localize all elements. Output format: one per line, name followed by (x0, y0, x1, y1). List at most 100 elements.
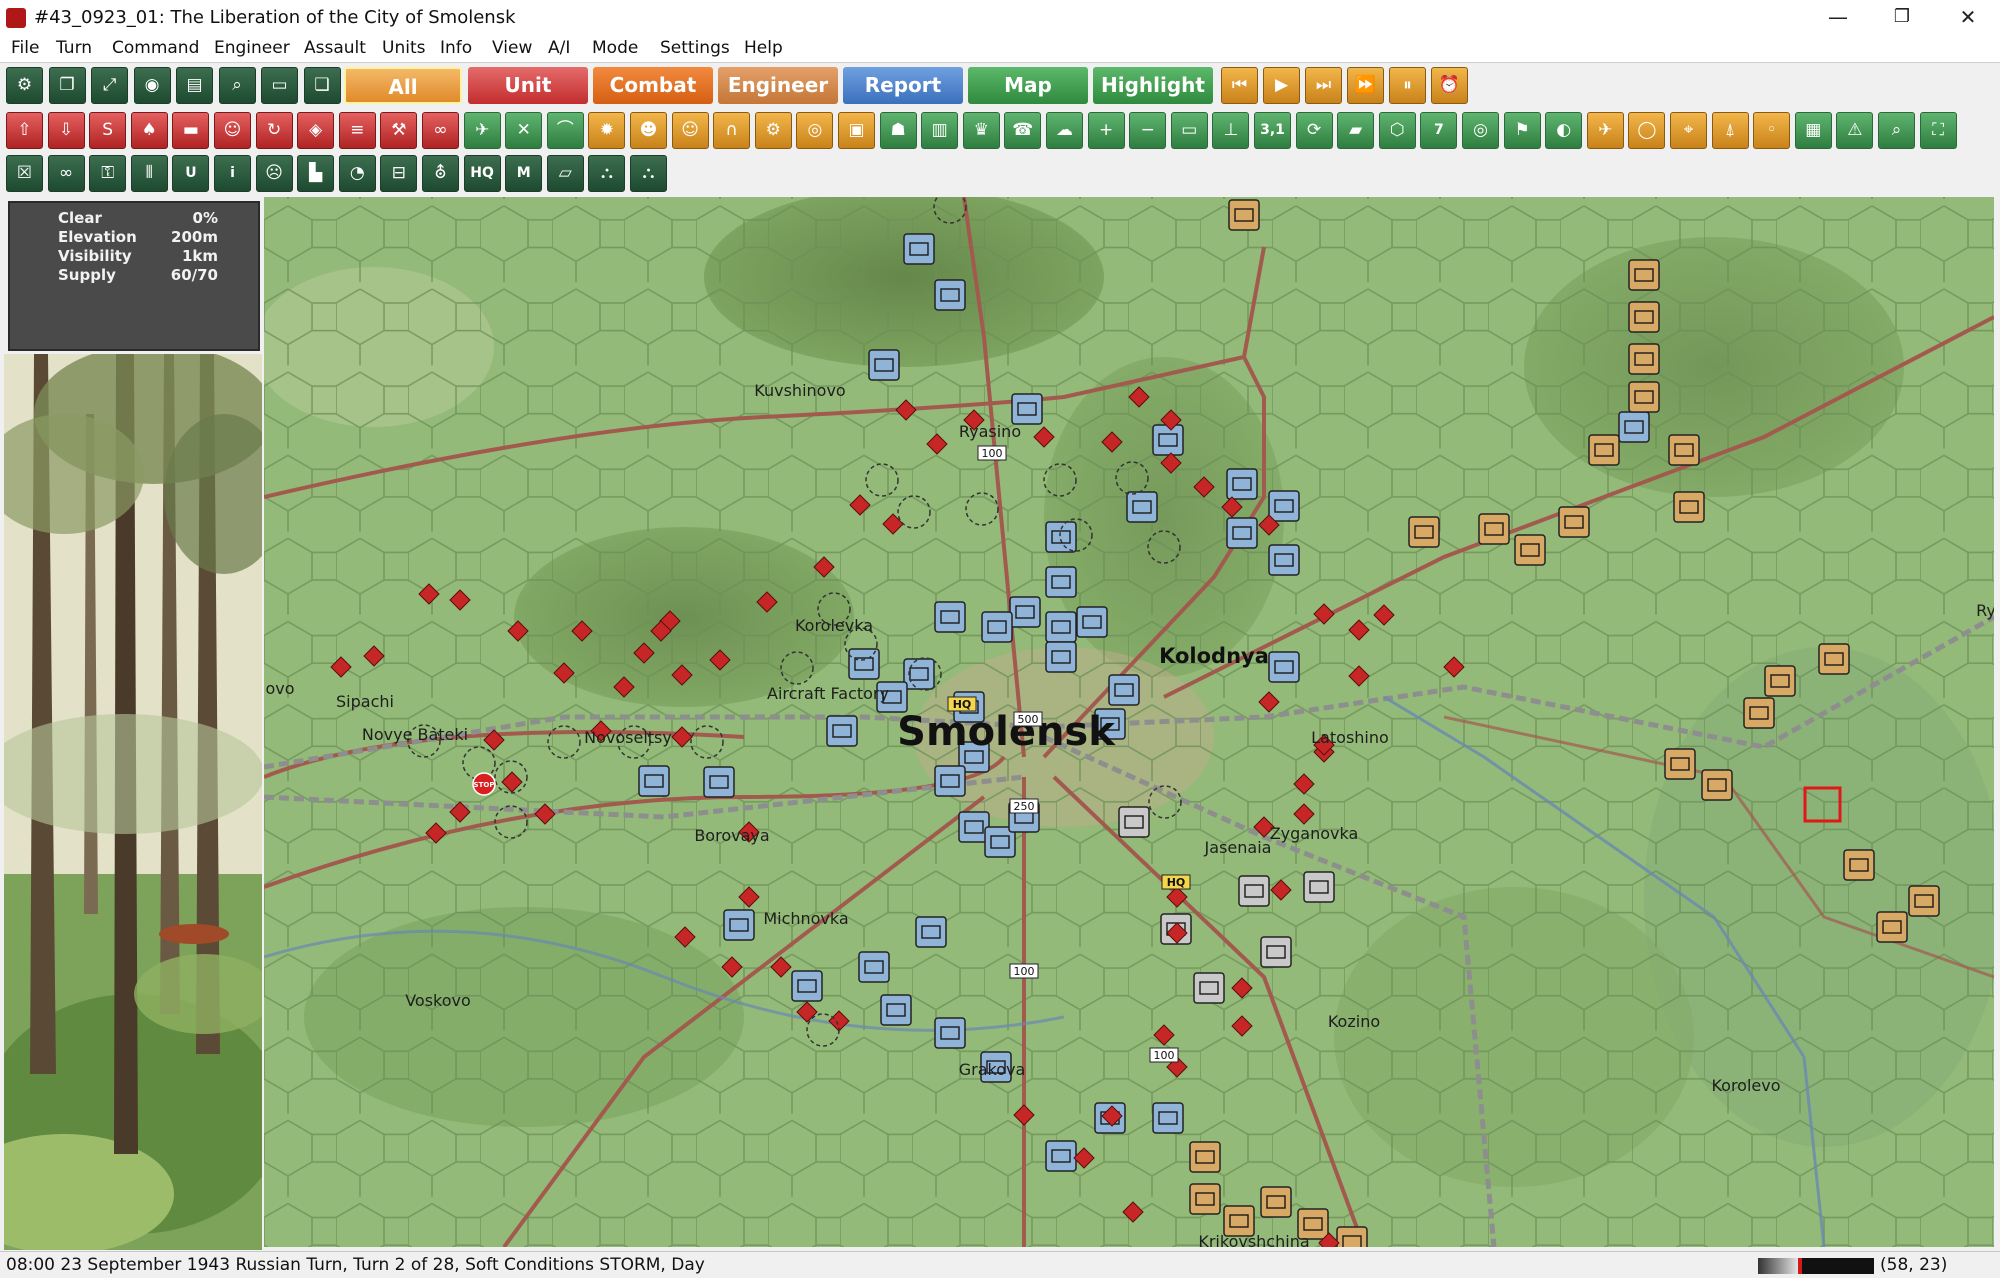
town-smolensk[interactable]: Smolensk (897, 709, 1116, 755)
allied-unit-counter[interactable] (1673, 491, 1705, 523)
friendly-unit-counter[interactable] (934, 765, 966, 797)
minus-box-icon[interactable]: ⊟ (380, 155, 418, 192)
tunnel-icon[interactable]: ∩ (713, 112, 751, 149)
signpost-icon[interactable]: ⊥ (1212, 112, 1250, 149)
aircraft-icon[interactable]: ✈ (1586, 112, 1624, 149)
menu-file[interactable]: File (11, 34, 39, 62)
eye-icon[interactable]: ◉ (133, 67, 171, 104)
trophy-icon[interactable]: ♛ (962, 112, 1000, 149)
coin-icon[interactable]: ◯ (1628, 112, 1666, 149)
friendly-unit-counter[interactable] (703, 766, 735, 798)
friendly-unit-counter[interactable] (1076, 606, 1108, 638)
hex-icon[interactable]: ⬡ (1378, 112, 1416, 149)
friendly-unit-counter[interactable] (1045, 611, 1077, 643)
allied-unit-counter[interactable] (1588, 434, 1620, 466)
friendly-unit-counter[interactable] (1011, 393, 1043, 425)
town-michnovka[interactable]: Michnovka (763, 909, 848, 928)
menu-help[interactable]: Help (744, 34, 783, 62)
friendly-unit-counter[interactable] (638, 765, 670, 797)
town-korolevka[interactable]: Korolevka (795, 616, 873, 635)
menu-info[interactable]: Info (440, 34, 472, 62)
town-ovo[interactable]: ovo (265, 679, 294, 698)
neutral-unit-counter[interactable] (1193, 972, 1225, 1004)
binoculars-icon[interactable]: ∞ (422, 112, 459, 149)
town-korolevo[interactable]: Korolevo (1711, 1076, 1780, 1095)
allied-unit-counter[interactable] (1558, 506, 1590, 538)
tab-map[interactable]: Map (968, 67, 1088, 104)
upload-icon[interactable]: ⇧ (6, 112, 43, 149)
infantry-icon[interactable]: ☺ (214, 112, 251, 149)
flag-icon[interactable]: ⚑ (1503, 112, 1541, 149)
town-novye-bateki[interactable]: Novye Bateki (362, 725, 468, 744)
allied-unit-counter[interactable] (1189, 1141, 1221, 1173)
friendly-unit-counter[interactable] (934, 279, 966, 311)
menu-assault[interactable]: Assault (304, 34, 366, 62)
pause-icon[interactable]: ⏸ (1389, 67, 1426, 104)
monitor-icon[interactable]: ▭ (1170, 112, 1208, 149)
chain-icon[interactable]: ∞ (47, 155, 85, 192)
town-novoseltsy[interactable]: Novoseltsy (584, 728, 672, 747)
friendly-unit-counter[interactable] (868, 349, 900, 381)
book-icon[interactable]: ▥ (921, 112, 959, 149)
map-book-icon[interactable]: ▤ (176, 67, 213, 104)
town-grakova[interactable]: Grakova (959, 1060, 1026, 1079)
allied-unit-counter[interactable] (1336, 1226, 1368, 1247)
hex-map[interactable]: Kuvshinovo Ryasino Korolevka Kolodnya Sm… (264, 197, 1994, 1247)
hierarchy-icon[interactable]: ⛬ (588, 155, 626, 192)
friendly-unit-counter[interactable] (934, 1017, 966, 1049)
friendly-unit-counter[interactable] (826, 715, 858, 747)
tab-highlight[interactable]: Highlight (1093, 67, 1213, 104)
list-icon[interactable]: ≡ (338, 112, 376, 149)
friendly-unit-counter[interactable] (1009, 596, 1041, 628)
neutral-unit-counter[interactable] (1260, 936, 1292, 968)
allied-unit-counter[interactable] (1628, 381, 1660, 413)
town-kolodnya[interactable]: Kolodnya (1159, 644, 1269, 668)
crate-icon[interactable]: ▣ (838, 112, 875, 149)
minimize-button[interactable]: — (1808, 0, 1868, 34)
plus-icon[interactable]: + (1087, 112, 1125, 149)
plane-icon[interactable]: ✈ (463, 112, 501, 149)
friendly-unit-counter[interactable] (1226, 468, 1258, 500)
face-icon[interactable]: ☺ (671, 112, 709, 149)
people-icon[interactable]: ☗ (879, 112, 917, 149)
friendly-unit-counter[interactable] (1126, 491, 1158, 523)
friendly-unit-counter[interactable] (1268, 544, 1300, 576)
allied-unit-counter[interactable] (1876, 911, 1908, 943)
mine-icon[interactable]: ✹ (588, 112, 626, 149)
town-aircraft-factory[interactable]: Aircraft Factory (767, 684, 889, 703)
tab-report[interactable]: Report (843, 67, 963, 104)
friendly-unit-counter[interactable] (791, 970, 823, 1002)
lock-icon[interactable]: ⚿ (89, 155, 127, 192)
hierarchy2-icon[interactable]: ⛬ (630, 155, 667, 192)
friendly-unit-counter[interactable] (1268, 651, 1300, 683)
crossed-swords-icon[interactable]: ✕ (505, 112, 543, 149)
town-voskovo[interactable]: Voskovo (405, 991, 471, 1010)
bars-icon[interactable]: ⦀ (130, 155, 168, 192)
slash-box-icon[interactable]: ▱ (546, 155, 584, 192)
label-icon[interactable]: 3,1 (1254, 112, 1291, 149)
town-kuvshinovo[interactable]: Kuvshinovo (754, 381, 845, 400)
allied-unit-counter[interactable] (1189, 1183, 1221, 1215)
town-ryasino[interactable]: Ryasino (959, 422, 1021, 441)
allied-unit-counter[interactable] (1628, 301, 1660, 333)
friendly-unit-counter[interactable] (1045, 641, 1077, 673)
hq-icon[interactable]: HQ (463, 155, 501, 192)
terrain-icon[interactable]: ▰ (1337, 112, 1375, 149)
friendly-unit-counter[interactable] (1152, 424, 1184, 456)
search-icon[interactable]: ⌕ (218, 67, 256, 104)
fullscreen-icon[interactable]: ⛶ (1919, 112, 1957, 149)
close-box-icon[interactable]: ☒ (6, 155, 43, 192)
skip-end-icon[interactable]: ⏩ (1347, 67, 1384, 104)
allied-unit-counter[interactable] (1908, 885, 1940, 917)
disc-icon[interactable]: ◎ (796, 112, 834, 149)
allied-unit-counter[interactable] (1743, 697, 1775, 729)
town-ry[interactable]: Ry (1976, 601, 1994, 620)
alarm-icon[interactable]: ⏰ (1431, 67, 1468, 104)
unit-icon[interactable]: ♠ (130, 112, 168, 149)
m-icon[interactable]: M (505, 155, 543, 192)
close-button[interactable]: ✕ (1938, 0, 1998, 34)
cloud-icon[interactable]: ☁ (1046, 112, 1083, 149)
town-jasenaia[interactable]: Jasenaia (1204, 838, 1272, 857)
rotate-icon[interactable]: ↻ (255, 112, 293, 149)
allied-unit-counter[interactable] (1260, 1186, 1292, 1218)
